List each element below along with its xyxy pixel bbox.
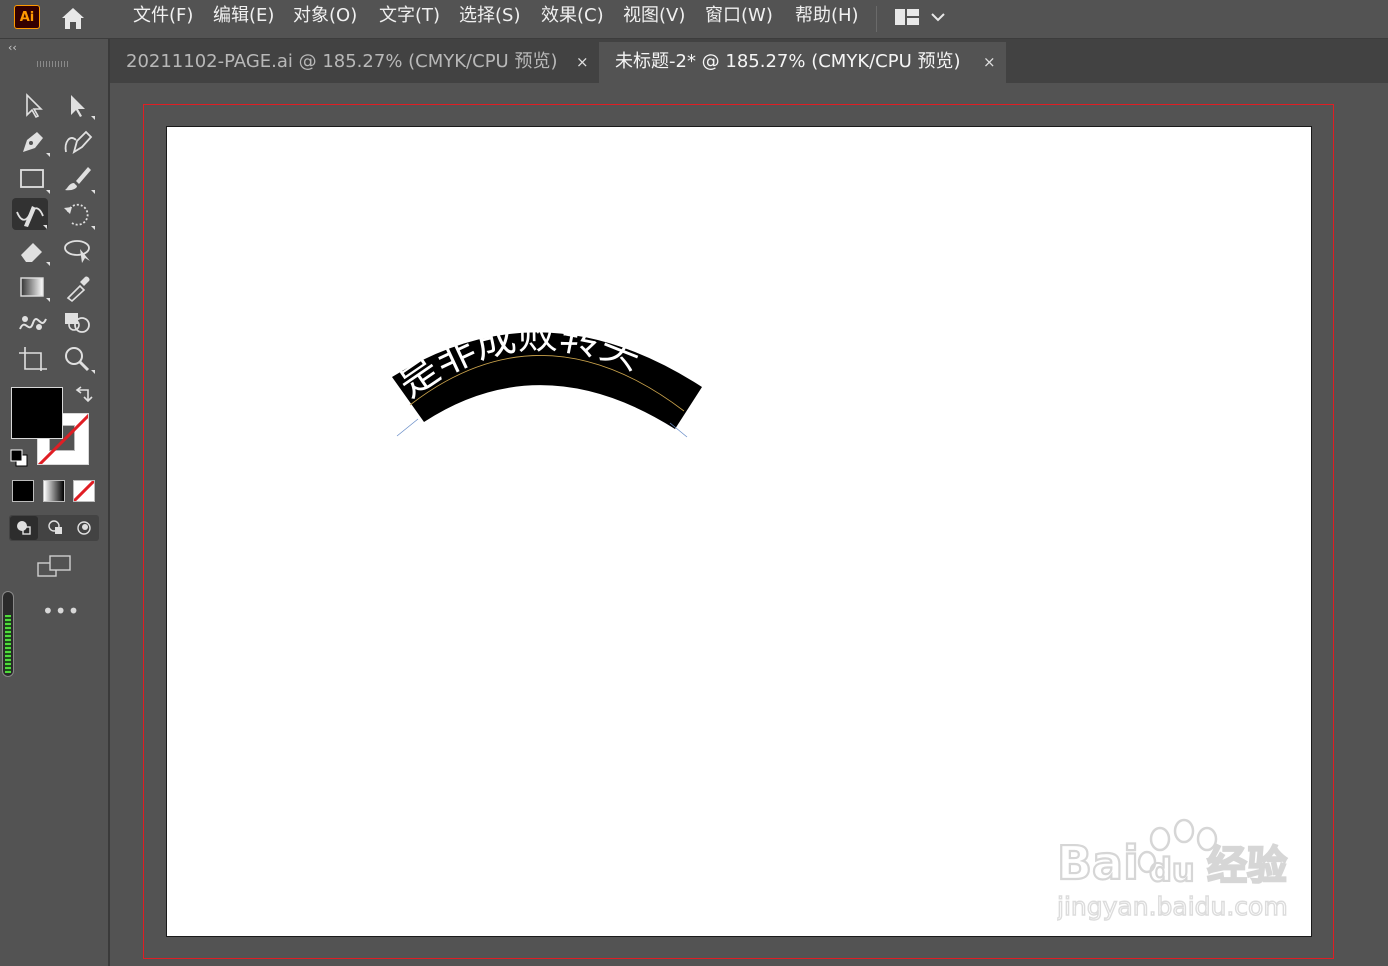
- rotate-icon: [64, 203, 95, 230]
- artboard[interactable]: 是非成败转头 Bai du 经验 jingyan.baidu.com: [166, 126, 1312, 937]
- rotate-tool[interactable]: [60, 199, 96, 231]
- curvature-tool[interactable]: [60, 126, 96, 158]
- artboard-tool[interactable]: [15, 343, 51, 375]
- eyedropper-icon: [66, 276, 90, 303]
- arc-text-object[interactable]: 是非成败转头: [389, 312, 712, 455]
- fill-color-swatch[interactable]: [11, 387, 63, 439]
- baidu-watermark: Bai du 经验 jingyan.baidu.com: [1057, 818, 1288, 922]
- arrow-outline-icon: [26, 93, 43, 119]
- tab-label: 20211102-PAGE.ai @ 185.27% (CMYK/CPU 预览): [126, 51, 558, 72]
- menu-divider: [876, 6, 877, 32]
- watermark-brand-suffix: du: [1149, 851, 1195, 889]
- collapse-panel-button[interactable]: ‹‹: [8, 41, 17, 54]
- eyedropper-tool[interactable]: [60, 271, 96, 303]
- direction-handle: [669, 422, 688, 438]
- menu-bar: Ai 文件(F) 编辑(E) 对象(O) 文字(T) 选择(S) 效果(C) 视…: [0, 0, 1388, 39]
- pen-icon: [23, 132, 50, 157]
- none-mode-button[interactable]: [73, 480, 95, 502]
- puppet-warp-icon: [19, 316, 47, 330]
- panel-grip[interactable]: [37, 61, 69, 67]
- arrow-solid-icon: [71, 95, 95, 120]
- lasso-icon: [64, 240, 90, 263]
- workspace-switcher[interactable]: [892, 6, 952, 30]
- tab-document-2[interactable]: 未标题-2* @ 185.27% (CMYK/CPU 预览) ×: [599, 42, 1006, 83]
- menu-window[interactable]: 窗口(W): [705, 4, 773, 28]
- chevron-down-icon: [931, 13, 945, 22]
- close-icon[interactable]: ×: [576, 42, 589, 82]
- canvas-area[interactable]: 是非成败转头 Bai du 经验 jingyan.baidu.com: [110, 83, 1388, 966]
- gpu-performance-meter: [2, 591, 14, 677]
- watermark-url: jingyan.baidu.com: [1057, 892, 1288, 921]
- eraser-icon: [21, 243, 50, 266]
- pen-tool[interactable]: [15, 126, 51, 158]
- zoom-icon: [65, 347, 95, 374]
- shape-builder-tool[interactable]: [60, 307, 96, 339]
- menu-type[interactable]: 文字(T): [379, 4, 440, 28]
- color-mode-button[interactable]: [12, 480, 34, 502]
- tab-document-1[interactable]: 20211102-PAGE.ai @ 185.27% (CMYK/CPU 预览)…: [110, 42, 598, 83]
- drawing-modes-group: [9, 515, 99, 541]
- menu-select[interactable]: 选择(S): [459, 4, 520, 28]
- document-tabs: 20211102-PAGE.ai @ 185.27% (CMYK/CPU 预览)…: [110, 39, 1388, 83]
- brush-icon: [65, 167, 95, 194]
- selection-tool[interactable]: [15, 89, 51, 121]
- close-icon[interactable]: ×: [983, 42, 996, 82]
- gradient-mode-button[interactable]: [43, 480, 65, 502]
- gradient-icon: [20, 277, 50, 302]
- curvature-pen-icon: [64, 130, 93, 154]
- artboard-icon: [19, 347, 47, 371]
- direction-handle: [396, 418, 419, 437]
- default-fill-stroke-icon[interactable]: [10, 449, 30, 467]
- eraser-tool[interactable]: [15, 235, 51, 267]
- shaper-tool[interactable]: [12, 198, 48, 230]
- shaper-icon: [16, 206, 47, 229]
- swap-fill-stroke-icon[interactable]: [74, 385, 94, 405]
- watermark-brand: Bai: [1057, 836, 1139, 890]
- gradient-tool[interactable]: [15, 271, 51, 303]
- draw-inside-icon[interactable]: [77, 521, 91, 535]
- lasso-tool[interactable]: [60, 235, 96, 267]
- home-icon[interactable]: [58, 4, 88, 32]
- menu-file[interactable]: 文件(F): [133, 4, 193, 28]
- workspace-layout-icon: [895, 9, 919, 25]
- screen-mode-icon[interactable]: [36, 554, 72, 580]
- menu-view[interactable]: 视图(V): [623, 4, 685, 28]
- watermark-product: 经验: [1207, 843, 1287, 889]
- puppet-warp-tool[interactable]: [15, 307, 51, 339]
- draw-behind-icon[interactable]: [48, 520, 62, 534]
- tab-label: 未标题-2* @ 185.27% (CMYK/CPU 预览): [615, 51, 961, 72]
- shape-builder-icon: [65, 313, 90, 333]
- paintbrush-tool[interactable]: [60, 163, 96, 195]
- direct-selection-tool[interactable]: [60, 89, 96, 121]
- app-logo[interactable]: Ai: [14, 5, 40, 29]
- edit-toolbar-button[interactable]: •••: [42, 599, 80, 623]
- menu-help[interactable]: 帮助(H): [795, 4, 859, 28]
- rectangle-icon: [20, 169, 50, 194]
- menu-effect[interactable]: 效果(C): [541, 4, 604, 28]
- tools-panel: ‹‹ •••: [0, 39, 110, 966]
- none-slash-icon: [74, 481, 94, 501]
- menu-edit[interactable]: 编辑(E): [213, 4, 274, 28]
- rectangle-tool[interactable]: [15, 163, 51, 195]
- zoom-tool[interactable]: [60, 343, 96, 375]
- menu-object[interactable]: 对象(O): [293, 4, 357, 28]
